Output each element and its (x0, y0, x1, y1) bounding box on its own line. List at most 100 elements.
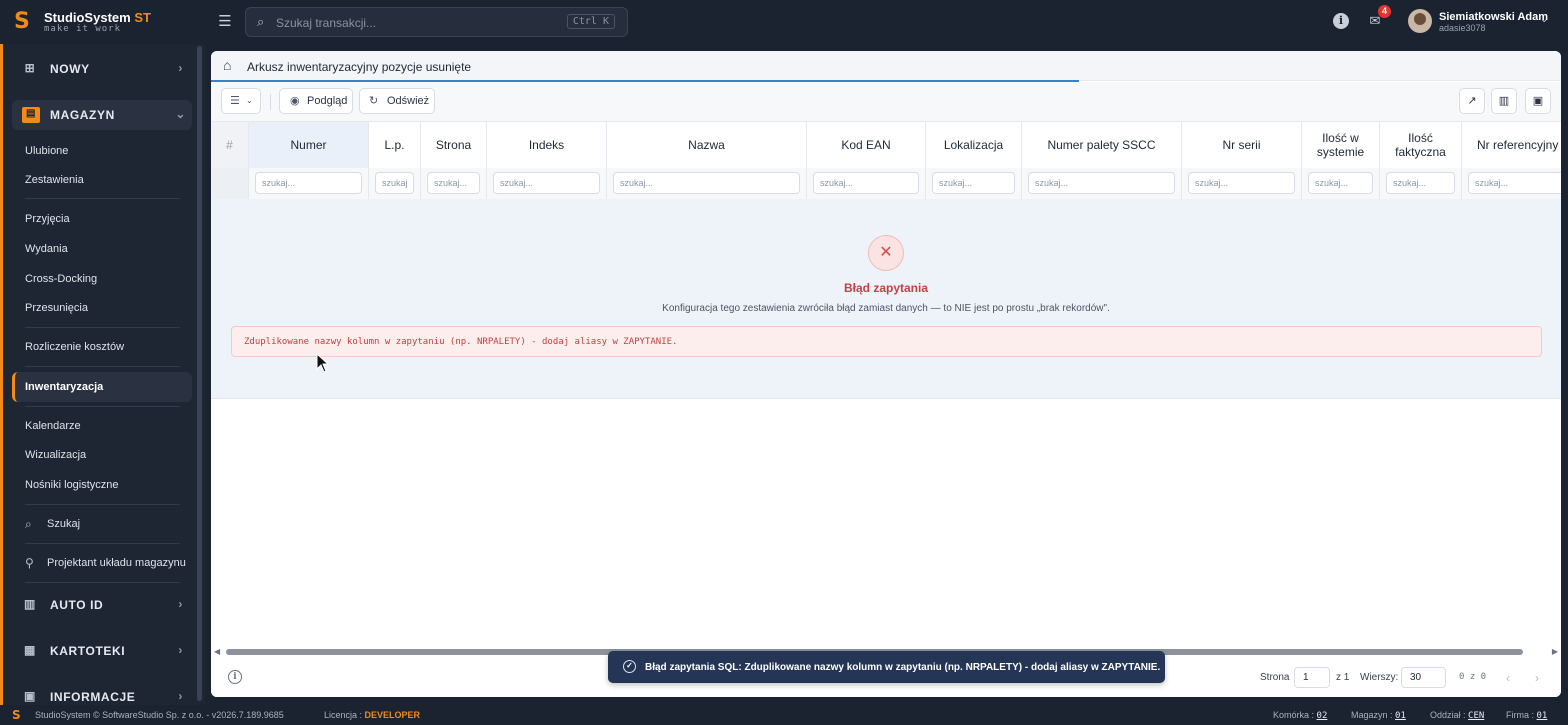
sidebar-item-przyjecia[interactable]: Przyjęcia (25, 213, 70, 225)
oddzial-value: CEN (1468, 711, 1485, 721)
error-toast[interactable]: ✓ Błąd zapytania SQL: Zduplikowane nazwy… (608, 651, 1165, 683)
eye-icon: ◉ (290, 95, 300, 107)
magazyn-value: 01 (1395, 711, 1406, 721)
brand-suffix: ST (134, 10, 151, 25)
firma-label: Firma : (1506, 710, 1534, 720)
app-logo-icon[interactable]: S (14, 10, 34, 34)
preview-button[interactable]: ◉ Podgląd (279, 88, 353, 114)
sidebar-item-wizualizacja[interactable]: Wizualizacja (25, 449, 86, 461)
filter-input[interactable] (813, 172, 919, 194)
filter-input[interactable] (932, 172, 1015, 194)
filter-input[interactable] (1028, 172, 1175, 194)
sidebar-item-zestawienia[interactable]: Zestawienia (25, 174, 84, 186)
column-header[interactable]: Numer palety SSCC (1022, 122, 1181, 168)
column-numer[interactable]: Numer (249, 122, 369, 199)
filter-input[interactable] (1468, 172, 1561, 194)
error-title: Błąd zapytania (843, 281, 929, 295)
column-header[interactable]: Ilość w systemie (1302, 122, 1379, 168)
page-number-input[interactable]: 1 (1294, 667, 1330, 688)
sidebar-item-wydania[interactable]: Wydania (25, 243, 68, 255)
firma-info[interactable]: Firma : 01 (1506, 710, 1547, 721)
column-header[interactable]: Ilość faktyczna (1380, 122, 1461, 168)
chevron-right-icon: › (178, 689, 183, 703)
column-ilosc-faktyczna[interactable]: Ilość faktyczna (1380, 122, 1462, 199)
column-kod-ean[interactable]: Kod EAN (807, 122, 926, 199)
column-nazwa[interactable]: Nazwa (607, 122, 807, 199)
sidebar-toggle-icon[interactable]: ☰ (216, 13, 234, 31)
sidebar-group-kartoteki[interactable]: ▦ KARTOTEKI › (19, 640, 189, 662)
user-avatar[interactable] (1408, 9, 1432, 33)
info-icon[interactable]: i (1333, 13, 1349, 29)
filter-input[interactable] (613, 172, 800, 194)
scroll-right-icon[interactable]: ▶ (1552, 647, 1558, 656)
sidebar-item-cross-docking[interactable]: Cross-Docking (25, 273, 97, 285)
sidebar-scrollbar[interactable] (197, 46, 202, 701)
sidebar-group-nowy[interactable]: ⊞ NOWY › (19, 58, 189, 80)
home-icon[interactable]: ⌂ (223, 58, 238, 73)
menu-button[interactable]: ☰ ⌄ (221, 88, 261, 114)
filter-input[interactable] (1308, 172, 1373, 194)
hash-icon: # (226, 138, 233, 152)
column-header[interactable]: Nr referencyjny (1462, 122, 1561, 168)
sidebar-item-przesuniecia[interactable]: Przesunięcia (25, 302, 88, 314)
column-lp[interactable]: L.p. (369, 122, 421, 199)
plus-square-icon: ⊞ (24, 61, 36, 75)
filter-input[interactable] (427, 172, 480, 194)
sidebar-group-auto-id[interactable]: ▥ AUTO ID › (19, 594, 189, 616)
column-nr-referencyjny[interactable]: Nr referencyjny (1462, 122, 1561, 199)
column-strona[interactable]: Strona (421, 122, 487, 199)
column-header[interactable]: Numer (249, 122, 368, 168)
sidebar-item-nosniki-logistyczne[interactable]: Nośniki logistyczne (25, 479, 119, 491)
info-icon[interactable]: i (228, 670, 242, 684)
refresh-label: Odśwież (387, 95, 430, 107)
chevron-down-icon: ⌄ (175, 107, 186, 121)
columns-button[interactable]: ▥ (1491, 88, 1517, 114)
preview-label: Podgląd (307, 95, 348, 107)
prev-page-icon[interactable]: ‹ (1499, 669, 1517, 687)
column-header[interactable]: Kod EAN (807, 122, 925, 168)
sidebar-item-rozliczenie-kosztow[interactable]: Rozliczenie kosztów (25, 341, 124, 353)
column-header[interactable]: Nr serii (1182, 122, 1301, 168)
magazyn-info[interactable]: Magazyn : 01 (1351, 710, 1406, 721)
rows-per-page-input[interactable]: 30 (1401, 667, 1446, 688)
sidebar-item-inwentaryzacja[interactable]: Inwentaryzacja (12, 372, 192, 402)
column-header[interactable]: Nazwa (607, 122, 806, 168)
filter-input[interactable] (255, 172, 362, 194)
next-page-icon[interactable]: › (1528, 669, 1546, 687)
sidebar-divider (25, 366, 180, 367)
column-header[interactable]: Indeks (487, 122, 606, 168)
trend-chart-button[interactable]: ↗ (1459, 88, 1485, 114)
filter-input[interactable] (375, 172, 414, 194)
column-indeks[interactable]: Indeks (487, 122, 607, 199)
sidebar-divider (25, 327, 180, 328)
trend-icon: ↗ (1467, 95, 1477, 107)
refresh-button[interactable]: ↻ Odśwież (359, 88, 435, 114)
sidebar-item-kalendarze[interactable]: Kalendarze (25, 420, 81, 432)
scroll-left-icon[interactable]: ◀ (214, 647, 220, 656)
sidebar-group-magazyn[interactable]: ▤ MAGAZYN ⌄ (12, 100, 192, 130)
filter-input[interactable] (1386, 172, 1455, 194)
column-header[interactable]: Lokalizacja (926, 122, 1021, 168)
app-tagline: make it work (44, 24, 122, 34)
sidebar-item-ulubione[interactable]: Ulubione (25, 145, 68, 157)
komorka-info[interactable]: Komórka : 02 (1273, 710, 1327, 721)
column-header[interactable]: Strona (421, 122, 486, 168)
column-nr-serii[interactable]: Nr serii (1182, 122, 1302, 199)
breadcrumb: ⌂ Arkusz inwentaryzacyjny pozycje usunię… (211, 51, 1561, 81)
column-numer-palety-sscc[interactable]: Numer palety SSCC (1022, 122, 1182, 199)
search-input[interactable]: Szukaj transakcji... (276, 16, 376, 30)
filter-input[interactable] (1188, 172, 1295, 194)
filter-input[interactable] (493, 172, 600, 194)
sidebar-group-informacje[interactable]: ▣ INFORMACJE › (19, 686, 189, 705)
transaction-search[interactable]: ⌕ Szukaj transakcji... Ctrl K (245, 7, 628, 37)
main-panel: ⌂ Arkusz inwentaryzacyjny pozycje usunię… (211, 51, 1561, 697)
user-menu-chevron-down-icon[interactable]: ⌄ (1540, 14, 1548, 25)
oddzial-info[interactable]: Oddział : CEN (1430, 710, 1484, 721)
license-value: DEVELOPER (364, 710, 421, 720)
save-layout-button[interactable]: ▣ (1525, 88, 1551, 114)
column-lokalizacja[interactable]: Lokalizacja (926, 122, 1022, 199)
column-ilosc-w-systemie[interactable]: Ilość w systemie (1302, 122, 1380, 199)
user-name[interactable]: Siemiatkowski Adam (1439, 11, 1548, 23)
error-description: Konfiguracja tego zestawienia zwróciła b… (662, 303, 1110, 314)
column-header[interactable]: L.p. (369, 122, 420, 168)
